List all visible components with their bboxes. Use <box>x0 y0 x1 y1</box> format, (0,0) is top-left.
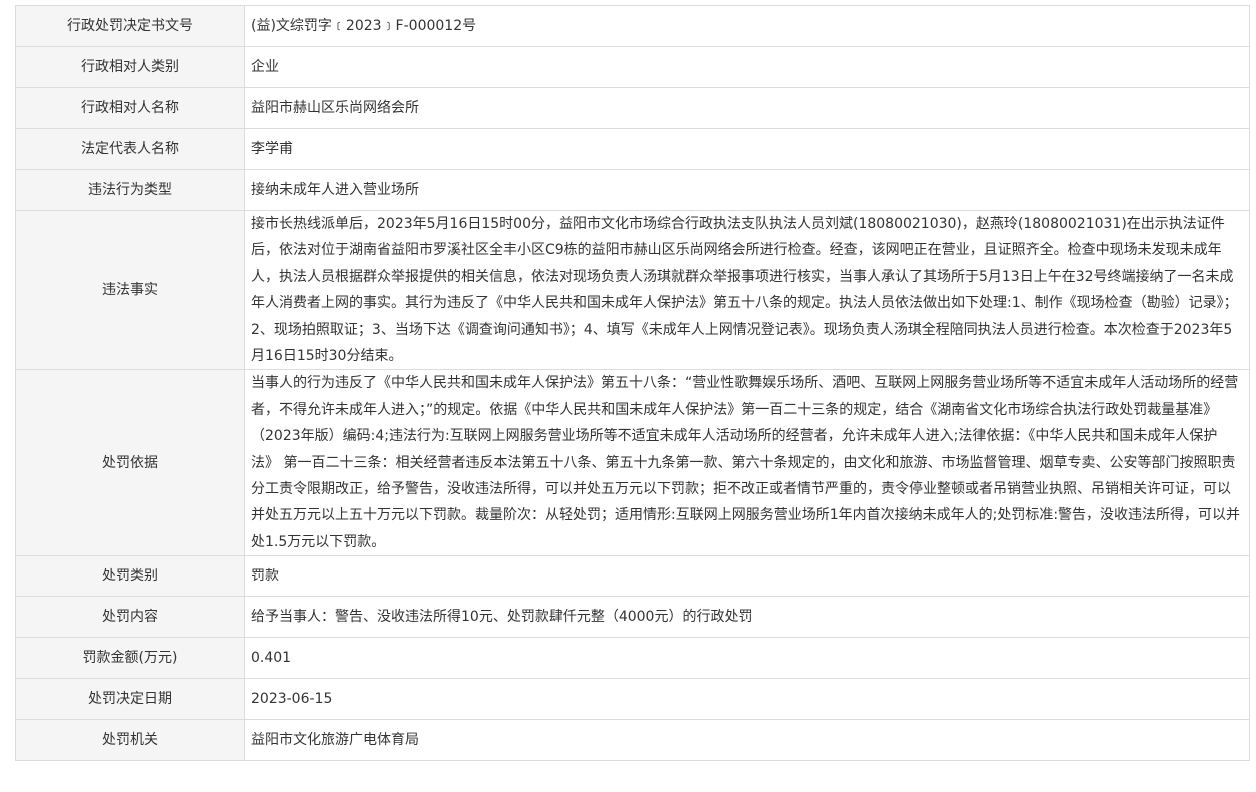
row-value: 李学甫 <box>244 128 1250 170</box>
row-decision-date: 处罚决定日期 2023-06-15 <box>15 678 1250 721</box>
row-label: 违法事实 <box>15 209 245 371</box>
row-label: 处罚决定日期 <box>15 678 245 721</box>
row-label: 处罚内容 <box>15 596 245 639</box>
penalty-record-table: 行政处罚决定书文号 (益)文综罚字﹝2023﹞F-000012号 行政相对人类别… <box>15 5 1250 762</box>
row-label: 行政相对人类别 <box>15 46 245 88</box>
row-value: 接纳未成年人进入营业场所 <box>244 169 1250 211</box>
row-value: 接市长热线派单后，2023年5月16日15时00分，益阳市文化市场综合行政执法支… <box>244 209 1250 371</box>
row-value: 给予当事人：警告、没收违法所得10元、处罚款肆仟元整（4000元）的行政处罚 <box>244 596 1250 639</box>
row-label: 处罚依据 <box>15 369 245 557</box>
row-penalty-basis: 处罚依据 当事人的行为违反了《中华人民共和国未成年人保护法》第五十八条：“营业性… <box>15 369 1250 557</box>
row-value: 2023-06-15 <box>244 678 1250 721</box>
row-label: 行政相对人名称 <box>15 87 245 129</box>
row-value: 益阳市文化旅游广电体育局 <box>244 719 1250 762</box>
row-value: 企业 <box>244 46 1250 88</box>
row-violation-type: 违法行为类型 接纳未成年人进入营业场所 <box>15 169 1250 211</box>
row-penalty-category: 处罚类别 罚款 <box>15 555 1250 598</box>
row-value: 0.401 <box>244 637 1250 680</box>
row-party-name: 行政相对人名称 益阳市赫山区乐尚网络会所 <box>15 87 1250 129</box>
row-penalty-content: 处罚内容 给予当事人：警告、没收违法所得10元、处罚款肆仟元整（4000元）的行… <box>15 596 1250 639</box>
row-decision-number: 行政处罚决定书文号 (益)文综罚字﹝2023﹞F-000012号 <box>15 5 1250 47</box>
row-label: 处罚机关 <box>15 719 245 762</box>
row-label: 罚款金额(万元) <box>15 637 245 680</box>
row-legal-representative: 法定代表人名称 李学甫 <box>15 128 1250 170</box>
row-label: 处罚类别 <box>15 555 245 598</box>
row-label: 违法行为类型 <box>15 169 245 211</box>
row-label: 法定代表人名称 <box>15 128 245 170</box>
row-value: 益阳市赫山区乐尚网络会所 <box>244 87 1250 129</box>
row-violation-facts: 违法事实 接市长热线派单后，2023年5月16日15时00分，益阳市文化市场综合… <box>15 209 1250 371</box>
row-value: 罚款 <box>244 555 1250 598</box>
row-party-category: 行政相对人类别 企业 <box>15 46 1250 88</box>
row-value: (益)文综罚字﹝2023﹞F-000012号 <box>244 5 1250 47</box>
row-fine-amount: 罚款金额(万元) 0.401 <box>15 637 1250 680</box>
row-label: 行政处罚决定书文号 <box>15 5 245 47</box>
row-penalty-authority: 处罚机关 益阳市文化旅游广电体育局 <box>15 719 1250 762</box>
row-value: 当事人的行为违反了《中华人民共和国未成年人保护法》第五十八条：“营业性歌舞娱乐场… <box>244 369 1250 557</box>
